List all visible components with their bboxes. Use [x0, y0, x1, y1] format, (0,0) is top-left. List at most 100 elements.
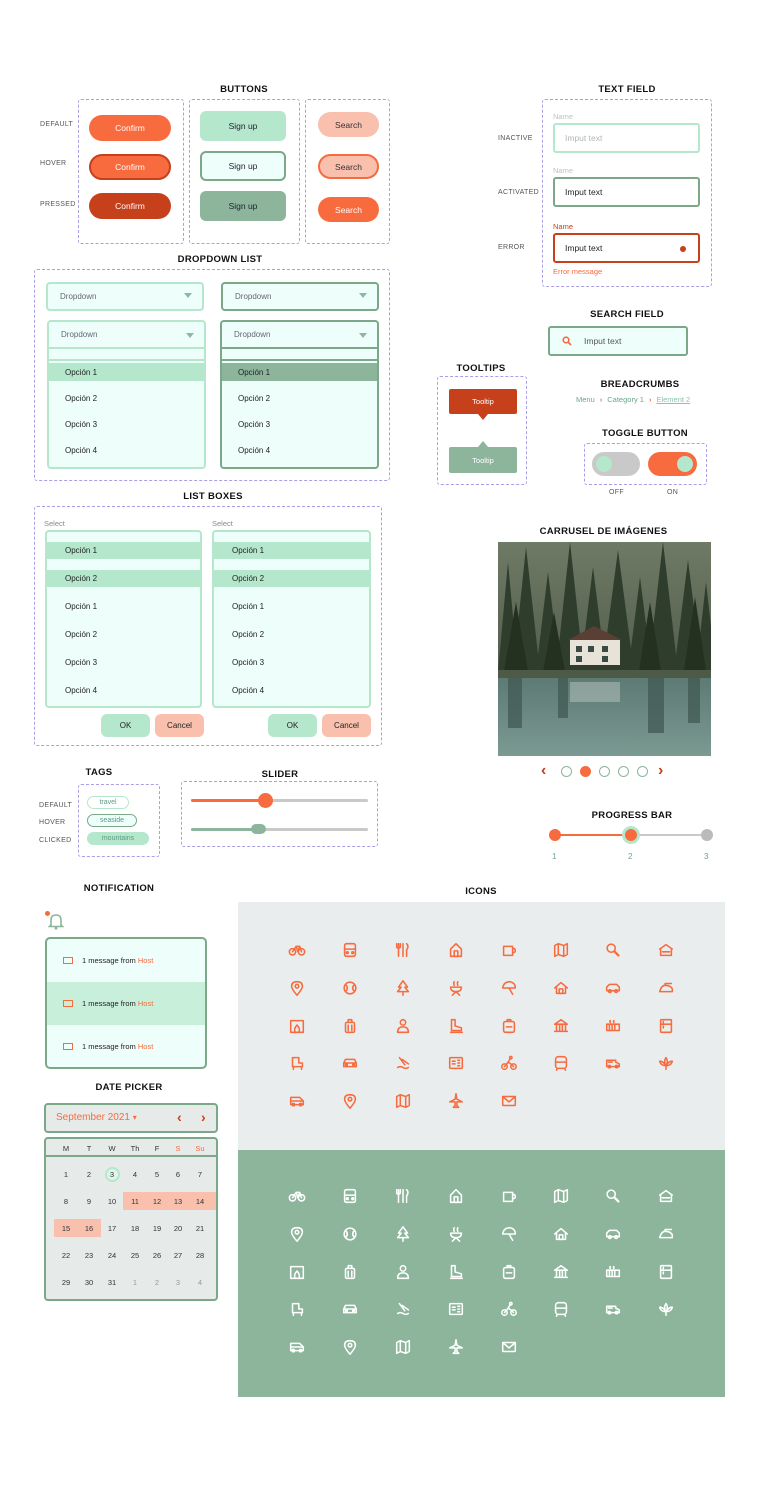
dropdown-option[interactable]: Opción 1: [222, 363, 377, 381]
dropdown-option[interactable]: Opción 1: [49, 363, 204, 381]
list-box-option[interactable]: Opción 3: [47, 654, 200, 671]
calendar-day-next-month[interactable]: 4: [189, 1273, 211, 1291]
signup-button-pressed[interactable]: Sign up: [200, 191, 286, 221]
list-box-option[interactable]: Opción 1: [47, 598, 200, 615]
breadcrumb-item-menu[interactable]: Menu: [576, 395, 595, 404]
bell-icon[interactable]: [45, 911, 66, 931]
calendar-day[interactable]: 25: [124, 1246, 146, 1264]
search-button-pressed[interactable]: Search: [318, 197, 379, 222]
carousel-dot-active[interactable]: [580, 766, 591, 777]
list-box-option[interactable]: Opción 2: [214, 626, 369, 643]
calendar-day[interactable]: 2: [78, 1165, 100, 1183]
calendar-day[interactable]: 1: [55, 1165, 77, 1183]
notification-item[interactable]: 1 message from Host: [47, 1025, 205, 1067]
dropdown-open-default[interactable]: Dropdown Opción 1 Opción 2 Opción 3 Opci…: [47, 320, 206, 469]
text-field-activated[interactable]: Imput text: [553, 177, 700, 207]
signup-button-hover[interactable]: Sign up: [200, 151, 286, 181]
dropdown-option[interactable]: Opción 2: [222, 389, 377, 407]
calendar-day[interactable]: 24: [101, 1246, 123, 1264]
calendar-day[interactable]: 15: [55, 1219, 77, 1237]
list-box-option[interactable]: Opción 3: [214, 654, 369, 671]
calendar-day[interactable]: 28: [189, 1246, 211, 1264]
calendar-day[interactable]: 23: [78, 1246, 100, 1264]
list-box-selected-item[interactable]: Opción 2: [214, 570, 369, 587]
dropdown-option[interactable]: Opción 3: [49, 415, 204, 433]
list-box-left[interactable]: Opción 1 Opción 2 Opción 1 Opción 2 Opci…: [45, 530, 202, 708]
calendar-day[interactable]: 26: [146, 1246, 168, 1264]
calendar-day[interactable]: 27: [167, 1246, 189, 1264]
calendar-day[interactable]: 9: [78, 1192, 100, 1210]
calendar-day[interactable]: 12: [146, 1192, 168, 1210]
calendar-day-next-month[interactable]: 1: [124, 1273, 146, 1291]
ok-button[interactable]: OK: [101, 714, 150, 737]
dropdown-option[interactable]: Opción 4: [222, 441, 377, 459]
calendar-day-next-month[interactable]: 3: [167, 1273, 189, 1291]
calendar-day[interactable]: 6: [167, 1165, 189, 1183]
dropdown-option[interactable]: Opción 4: [49, 441, 204, 459]
slider-green[interactable]: [191, 824, 368, 834]
dropdown-option[interactable]: Opción 2: [49, 389, 204, 407]
confirm-button-default[interactable]: Confirm: [89, 115, 171, 141]
chevron-right-icon[interactable]: ›: [201, 1109, 206, 1125]
confirm-button-hover[interactable]: Confirm: [89, 154, 171, 180]
chevron-left-icon[interactable]: ‹: [177, 1109, 182, 1125]
list-box-selected-item[interactable]: Opción 2: [47, 570, 200, 587]
calendar-day[interactable]: 7: [189, 1165, 211, 1183]
slider-orange[interactable]: [191, 793, 368, 808]
month-select[interactable]: September 2021 ▾: [56, 1112, 137, 1123]
carousel-dot[interactable]: [618, 766, 629, 777]
toggle-off[interactable]: [592, 452, 640, 476]
breadcrumb-item-category[interactable]: Category 1: [607, 395, 644, 404]
cancel-button[interactable]: Cancel: [155, 714, 204, 737]
carousel-dot[interactable]: [561, 766, 572, 777]
ok-button[interactable]: OK: [268, 714, 317, 737]
carousel-dot[interactable]: [637, 766, 648, 777]
calendar-day[interactable]: 10: [101, 1192, 123, 1210]
calendar-day[interactable]: 29: [55, 1273, 77, 1291]
tag-seaside[interactable]: seaside: [87, 814, 137, 827]
slider-handle[interactable]: [251, 824, 267, 834]
search-button-default[interactable]: Search: [318, 112, 379, 137]
list-box-right[interactable]: Opción 1 Opción 2 Opción 1 Opción 2 Opci…: [212, 530, 371, 708]
toggle-on[interactable]: [648, 452, 697, 476]
calendar-day[interactable]: 19: [146, 1219, 168, 1237]
search-input[interactable]: Imput text: [548, 326, 688, 356]
calendar-day[interactable]: 13: [167, 1192, 189, 1210]
calendar-day[interactable]: 14: [189, 1192, 211, 1210]
list-box-selected-item[interactable]: Opción 1: [214, 542, 369, 559]
calendar-day[interactable]: 17: [101, 1219, 123, 1237]
search-button-hover[interactable]: Search: [318, 154, 379, 179]
dropdown-option[interactable]: Opción 3: [222, 415, 377, 433]
breadcrumb-item-current[interactable]: Element 2: [656, 395, 690, 404]
signup-button-default[interactable]: Sign up: [200, 111, 286, 141]
calendar-day[interactable]: 31: [101, 1273, 123, 1291]
calendar-day[interactable]: 11: [124, 1192, 146, 1210]
text-field-error[interactable]: Imput text: [553, 233, 700, 263]
calendar-day[interactable]: 21: [189, 1219, 211, 1237]
calendar-day[interactable]: 4: [124, 1165, 146, 1183]
cancel-button[interactable]: Cancel: [322, 714, 371, 737]
calendar-day[interactable]: 20: [167, 1219, 189, 1237]
list-box-option[interactable]: Opción 1: [214, 598, 369, 615]
notification-item[interactable]: 1 message from Host: [47, 939, 205, 982]
carousel-next-button[interactable]: ›: [658, 763, 663, 779]
confirm-button-pressed[interactable]: Confirm: [89, 193, 171, 219]
calendar-day-today[interactable]: 3: [101, 1165, 123, 1183]
dropdown-open-hover[interactable]: Dropdown Opción 1 Opción 2 Opción 3 Opci…: [220, 320, 379, 469]
carousel-dot[interactable]: [599, 766, 610, 777]
carousel-prev-button[interactable]: ‹: [541, 763, 546, 779]
calendar-day[interactable]: 18: [124, 1219, 146, 1237]
notification-item[interactable]: 1 message from Host: [47, 982, 205, 1025]
dropdown-closed-default[interactable]: Dropdown: [46, 282, 204, 311]
dropdown-closed-hover[interactable]: Dropdown: [221, 282, 379, 311]
list-box-option[interactable]: Opción 4: [214, 682, 369, 699]
calendar-day[interactable]: 8: [55, 1192, 77, 1210]
calendar-day-next-month[interactable]: 2: [146, 1273, 168, 1291]
tag-mountains[interactable]: mountains: [87, 832, 149, 845]
calendar-day[interactable]: 30: [78, 1273, 100, 1291]
calendar-day[interactable]: 16: [78, 1219, 100, 1237]
list-box-option[interactable]: Opción 2: [47, 626, 200, 643]
calendar-day[interactable]: 5: [146, 1165, 168, 1183]
calendar-day[interactable]: 22: [55, 1246, 77, 1264]
list-box-selected-item[interactable]: Opción 1: [47, 542, 200, 559]
